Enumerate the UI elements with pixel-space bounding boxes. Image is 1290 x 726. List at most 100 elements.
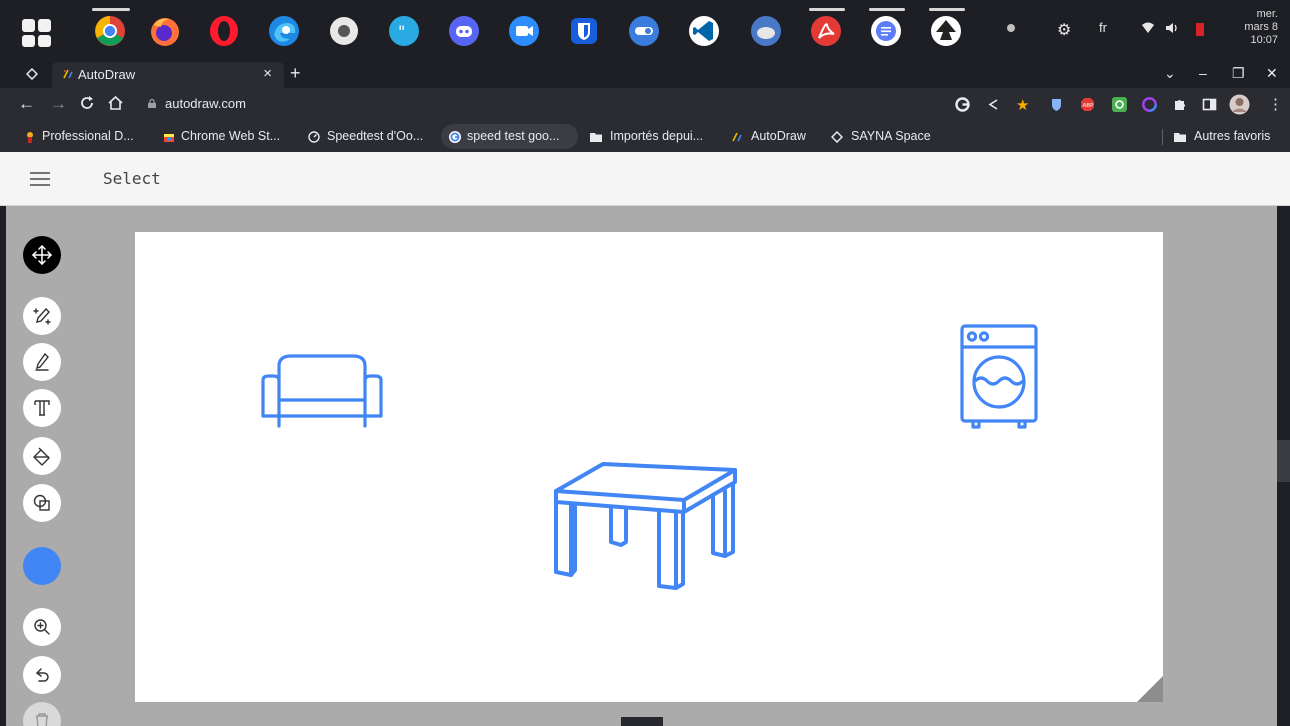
bookmark-item[interactable]: Speedtest d'Oo... (327, 129, 423, 143)
new-tab-button[interactable]: + (290, 63, 301, 84)
screen: " ⚙ fr mer. mars 8 10:07 AutoDraw × + ⌄ … (0, 0, 1290, 726)
edge-icon[interactable] (267, 14, 301, 48)
wifi-icon[interactable] (1141, 22, 1155, 37)
battery-icon[interactable] (1196, 22, 1204, 39)
canvas-resize-handle[interactable] (1137, 676, 1163, 702)
speedtest-favicon-icon (308, 131, 320, 143)
language-indicator[interactable]: fr (1099, 20, 1107, 35)
tab-search-icon[interactable] (25, 67, 39, 85)
share-icon[interactable] (986, 97, 1001, 112)
active-app-indicator (92, 8, 130, 11)
record-tray-icon[interactable] (1005, 22, 1017, 37)
side-panel-icon[interactable] (1202, 97, 1217, 112)
chrome-icon[interactable] (93, 14, 127, 48)
app-header: Select (0, 152, 1290, 206)
browser-menu-icon[interactable]: ⋮ (1268, 95, 1283, 113)
fill-tool-button[interactable] (23, 437, 61, 475)
shapes-icon (33, 494, 50, 511)
quote-app-icon[interactable]: " (387, 14, 421, 48)
clock-day: mer. (1256, 8, 1278, 20)
reload-button[interactable] (80, 95, 94, 115)
color-picker-button[interactable] (23, 547, 61, 585)
discord-icon[interactable] (447, 14, 481, 48)
bottom-scroll-handle[interactable] (621, 717, 663, 726)
bookmark-item[interactable]: SAYNA Space (851, 129, 931, 143)
inkscape-icon[interactable] (929, 14, 963, 48)
circle-extension-icon[interactable] (1142, 97, 1157, 112)
pdf-reader-icon[interactable] (809, 14, 843, 48)
active-app-indicator (809, 8, 845, 11)
autodraw-favicon-icon (63, 69, 73, 79)
app-launcher-icon[interactable] (22, 19, 52, 47)
browser-toolbar: ← → autodraw.com ★ ABP ⋮ (0, 88, 1290, 122)
undo-icon (35, 668, 49, 682)
other-bookmarks-folder[interactable]: Autres favoris (1194, 129, 1270, 143)
settings-tray-icon[interactable]: ⚙ (1057, 20, 1071, 40)
address-bar[interactable]: autodraw.com (165, 96, 246, 111)
table-drawing[interactable] (551, 460, 739, 594)
home-button[interactable] (108, 95, 123, 115)
bookmark-favicon-icon (27, 132, 33, 143)
opera-icon[interactable] (207, 14, 241, 48)
google-icon[interactable] (955, 97, 970, 112)
tab-list-button[interactable]: ⌄ (1164, 65, 1176, 82)
svg-text:ABP: ABP (1083, 103, 1095, 109)
active-app-indicator (929, 8, 965, 11)
zoom-icon[interactable] (507, 14, 541, 48)
type-tool-button[interactable] (23, 389, 61, 427)
google-favicon-icon (449, 131, 461, 143)
cloud-app-icon[interactable] (749, 14, 783, 48)
bookmark-item[interactable]: speed test goo... (467, 129, 559, 143)
extensions-puzzle-icon[interactable] (1172, 97, 1187, 112)
restore-button[interactable]: ❐ (1232, 65, 1245, 82)
move-icon (31, 244, 53, 266)
menu-icon[interactable] (30, 172, 50, 186)
minimize-button[interactable]: – (1199, 65, 1207, 81)
sofa-drawing[interactable] (261, 352, 385, 430)
current-mode-label: Select (103, 169, 161, 188)
bookmark-folder[interactable]: Importés depui... (610, 129, 703, 143)
firefox-icon[interactable] (148, 14, 182, 48)
select-tool-button[interactable] (23, 236, 61, 274)
toggle-app-icon[interactable] (627, 14, 661, 48)
folder-icon (590, 133, 602, 142)
draw-tool-button[interactable] (23, 343, 61, 381)
notes-app-icon[interactable] (869, 14, 903, 48)
webstore-favicon-icon (164, 134, 174, 142)
washing-machine-drawing[interactable] (959, 323, 1039, 431)
close-window-button[interactable]: ✕ (1266, 65, 1278, 82)
zoom-in-icon (34, 619, 50, 635)
autodraw-favicon-icon (732, 132, 742, 142)
side-scroll-handle[interactable] (1277, 440, 1290, 482)
back-button[interactable]: ← (18, 94, 35, 114)
bookmark-item[interactable]: Professional D... (42, 129, 134, 143)
sayna-favicon-icon (831, 131, 843, 143)
profile-avatar[interactable] (1229, 94, 1250, 115)
vscode-icon[interactable] (687, 14, 721, 48)
bookmarks-bar: Professional D... Chrome Web St... Speed… (0, 122, 1290, 152)
zoom-button[interactable] (23, 608, 61, 646)
bookmark-item[interactable]: Chrome Web St... (181, 129, 280, 143)
tab-autodraw[interactable]: AutoDraw × (52, 62, 284, 88)
folder-icon (1174, 133, 1186, 142)
undo-button[interactable] (23, 656, 61, 694)
drawing-canvas[interactable] (135, 232, 1163, 702)
lock-icon[interactable] (148, 99, 156, 108)
system-clock[interactable]: mer. mars 8 10:07 (1218, 8, 1278, 47)
bookmark-star-icon[interactable]: ★ (1016, 96, 1031, 114)
autodraw-tool-button[interactable] (23, 297, 61, 335)
bitwarden-icon[interactable] (567, 14, 601, 48)
grammar-extension-icon[interactable] (1112, 97, 1127, 112)
bitwarden-extension-icon[interactable] (1049, 97, 1064, 112)
fill-bucket-icon (33, 447, 50, 466)
disk-app-icon[interactable] (327, 14, 361, 48)
trash-icon (36, 713, 48, 726)
forward-button[interactable]: → (50, 94, 67, 114)
adblock-extension-icon[interactable]: ABP (1080, 97, 1095, 112)
bookmark-item[interactable]: AutoDraw (751, 129, 806, 143)
tab-close-button[interactable]: × (263, 65, 272, 82)
active-app-indicator (869, 8, 905, 11)
autodraw-icon (33, 307, 51, 325)
shape-tool-button[interactable] (23, 484, 61, 522)
volume-icon[interactable] (1165, 22, 1179, 37)
